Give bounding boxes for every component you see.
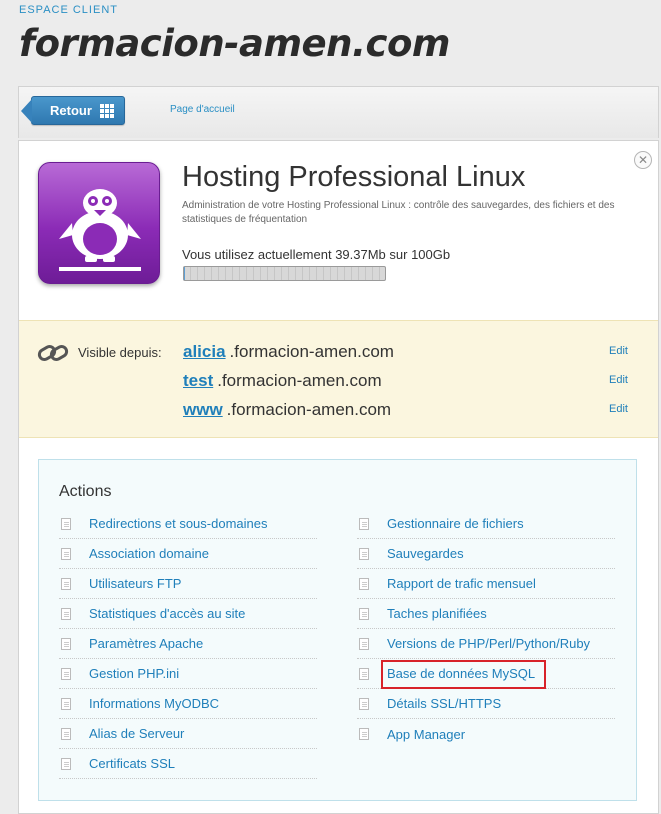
action-item[interactable]: Statistiques d'accès au site [59,599,317,629]
hosting-card: ✕ Hosting Professional Linux Administrat… [18,140,659,814]
action-label[interactable]: Détails SSL/HTTPS [387,696,501,711]
action-item[interactable]: Gestionnaire de fichiers [357,509,615,539]
link-icon [37,345,69,361]
action-label[interactable]: Utilisateurs FTP [89,576,181,591]
document-icon [359,577,369,590]
action-item[interactable]: Certificats SSL [59,749,317,779]
action-label[interactable]: Association domaine [89,546,209,561]
document-icon [61,667,71,680]
back-button-label: Retour [50,103,92,118]
linux-penguin-icon [38,162,160,284]
document-icon [61,607,71,620]
action-label[interactable]: App Manager [387,727,465,742]
action-label[interactable]: Redirections et sous-domaines [89,516,267,531]
document-icon [61,757,71,770]
action-label[interactable]: Informations MyODBC [89,696,219,711]
document-icon [359,637,369,650]
document-icon [359,607,369,620]
action-item[interactable]: Taches planifiées [357,599,615,629]
home-link[interactable]: Page d'accueil [170,104,235,115]
visible-from-label: Visible depuis: [78,345,162,360]
action-label[interactable]: Sauvegardes [387,546,464,561]
domain-suffix: .formacion-amen.com [229,342,394,361]
document-icon [359,728,369,740]
highlight-box [381,660,546,689]
action-item[interactable]: Association domaine [59,539,317,569]
document-icon [61,547,71,560]
document-icon [61,727,71,740]
document-icon [359,667,369,680]
action-item[interactable]: App Manager [357,719,615,749]
action-item[interactable]: Sauvegardes [357,539,615,569]
plan-description: Administration de votre Hosting Professi… [182,200,615,225]
action-item[interactable]: Gestion PHP.ini [59,659,317,689]
action-label[interactable]: Gestionnaire de fichiers [387,516,524,531]
usage-progress-bar [183,266,386,281]
action-label[interactable]: Alias de Serveur [89,726,184,741]
action-label[interactable]: Versions de PHP/Perl/Python/Ruby [387,636,590,651]
action-label[interactable]: Gestion PHP.ini [89,666,179,681]
domain-suffix: .formacion-amen.com [217,371,382,390]
action-label[interactable]: Taches planifiées [387,606,487,621]
domain-suffix: .formacion-amen.com [226,400,392,419]
action-label[interactable]: Rapport de trafic mensuel [387,576,536,591]
edit-link[interactable]: Edit [609,345,628,357]
back-button[interactable]: Retour [21,96,125,125]
action-label[interactable]: Paramètres Apache [89,636,203,651]
grid-icon [99,103,114,118]
action-item[interactable]: Alias de Serveur [59,719,317,749]
actions-title: Actions [59,483,112,500]
action-label[interactable]: Certificats SSL [89,756,175,771]
document-icon [61,637,71,650]
subdomain-link[interactable]: www [183,400,223,419]
plan-title: Hosting Professional Linux [182,161,526,193]
action-label[interactable]: Statistiques d'accès au site [89,606,245,621]
domain-row: alicia .formacion-amen.com [183,342,394,362]
action-item[interactable]: Rapport de trafic mensuel [357,569,615,599]
subdomain-link[interactable]: alicia [183,342,226,361]
eyebrow-label: ESPACE CLIENT [19,4,118,16]
subdomain-link[interactable]: test [183,371,213,390]
domains-panel: Visible depuis: alicia .formacion-amen.co… [19,320,658,438]
close-icon[interactable]: ✕ [634,151,652,169]
action-item[interactable]: Redirections et sous-domaines [59,509,317,539]
document-icon [359,517,369,530]
action-item[interactable]: Versions de PHP/Perl/Python/Ruby [357,629,615,659]
usage-text: Vous utilisez actuellement 39.37Mb sur 1… [182,247,451,262]
domain-row: test .formacion-amen.com [183,371,382,391]
action-item[interactable]: Paramètres Apache [59,629,317,659]
edit-link[interactable]: Edit [609,374,628,386]
document-icon [359,697,369,710]
document-icon [61,517,71,530]
actions-panel: Actions Redirections et sous-domaines As… [38,459,637,801]
edit-link[interactable]: Edit [609,403,628,415]
toolbar: Retour Page d'accueil [18,86,659,138]
document-icon [61,697,71,710]
action-item[interactable]: Détails SSL/HTTPS [357,689,615,719]
action-item[interactable]: Informations MyODBC [59,689,317,719]
action-item[interactable]: Utilisateurs FTP [59,569,317,599]
domain-row: www .formacion-amen.com [183,400,391,420]
document-icon [61,577,71,590]
document-icon [359,547,369,560]
site-title: formacion-amen.com [19,22,450,65]
